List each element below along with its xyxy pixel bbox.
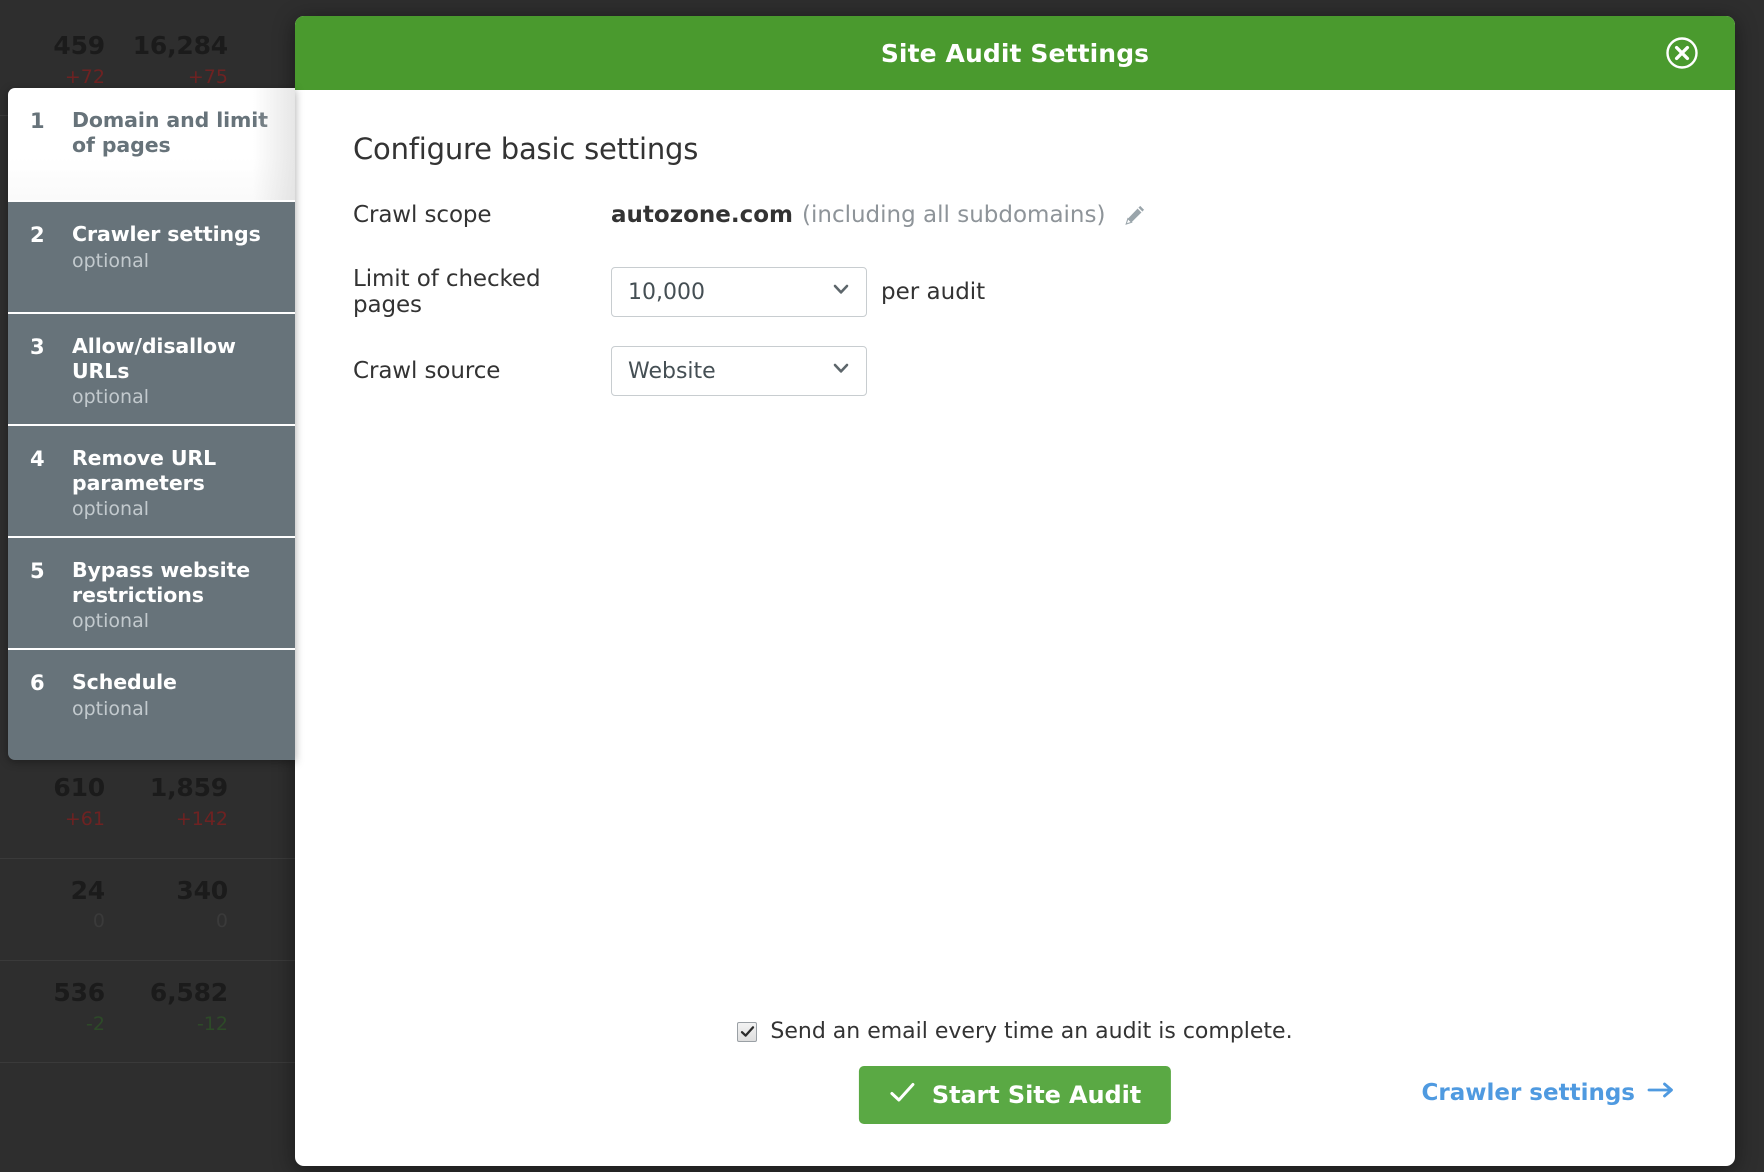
crawl-scope-row: Crawl scope autozone.com (including all … [353,192,1735,238]
settings-step-sidebar: 1 Domain and limit of pages 2 Crawler se… [8,88,295,760]
close-icon[interactable] [1665,36,1699,70]
metric-delta: +72 [0,63,105,92]
metric-value: 340 [123,877,228,906]
step-number: 2 [30,222,72,249]
email-notification-label: Send an email every time an audit is com… [770,1019,1292,1044]
dialog-header: Site Audit Settings [295,16,1735,90]
step-number: 5 [30,558,72,585]
sidebar-item-schedule[interactable]: 6 Schedule optional [8,648,295,760]
page-limit-value: 10,000 [628,280,705,305]
footer-actions: Start Site Audit Crawler settings [295,1066,1735,1126]
table-cell: 610 +61 [0,774,123,833]
dialog-body: Configure basic settings Crawl scope aut… [295,90,1735,1166]
chevron-down-icon [830,357,852,385]
step-number: 1 [30,108,72,135]
crawl-source-label: Crawl source [353,358,611,384]
table-cell: 6,582 -12 [123,979,246,1038]
step-label: Domain and limit of pages [72,108,273,157]
step-sublabel: optional [72,608,273,636]
metric-delta: +75 [123,63,228,92]
page-limit-select[interactable]: 10,000 [611,267,867,317]
sidebar-item-domain-and-limit[interactable]: 1 Domain and limit of pages [8,88,295,200]
basic-settings-form: Configure basic settings Crawl scope aut… [295,132,1735,396]
metric-value: 16,284 [123,32,228,61]
step-number: 6 [30,670,72,697]
start-site-audit-button[interactable]: Start Site Audit [859,1066,1171,1124]
step-label: Bypass website restrictions [72,558,273,607]
sidebar-item-allow-disallow-urls[interactable]: 3 Allow/disallow URLs optional [8,312,295,424]
crawl-scope-note: (including all subdomains) [802,202,1105,228]
dialog-footer: Send an email every time an audit is com… [295,1019,1735,1126]
step-label: Schedule [72,670,273,695]
metric-delta: 0 [123,907,228,936]
metric-value: 459 [0,32,105,61]
page-root: 459 +72 16,284 +75 610 +61 1,859 +142 [0,0,1764,1172]
step-label: Remove URL parameters [72,446,273,495]
page-limit-suffix: per audit [881,279,985,305]
sidebar-item-remove-url-parameters[interactable]: 4 Remove URL parameters optional [8,424,295,536]
metric-delta: -12 [123,1010,228,1039]
crawl-source-select[interactable]: Website [611,346,867,396]
crawl-source-value: Website [628,359,716,384]
step-sublabel: optional [72,248,273,276]
email-notification-checkbox-row[interactable]: Send an email every time an audit is com… [295,1019,1735,1044]
step-number: 4 [30,446,72,473]
step-sublabel: optional [72,496,273,524]
table-cell: 1,859 +142 [123,774,246,833]
step-number: 3 [30,334,72,361]
step-sublabel: optional [72,696,273,724]
step-label: Allow/disallow URLs [72,334,273,383]
crawler-settings-link-label: Crawler settings [1421,1080,1635,1106]
page-limit-label: Limit of checked pages [353,266,611,318]
metric-value: 536 [0,979,105,1008]
table-cell: 340 0 [123,877,246,936]
dialog-title: Site Audit Settings [881,39,1149,68]
metric-value: 6,582 [123,979,228,1008]
table-cell: 24 0 [0,877,123,936]
table-cell: 459 +72 [0,32,123,91]
checkmark-icon [889,1079,916,1112]
crawl-scope-domain: autozone.com [611,202,793,228]
sidebar-item-crawler-settings[interactable]: 2 Crawler settings optional [8,200,295,312]
arrow-right-icon [1647,1080,1677,1106]
email-notification-checkbox[interactable] [737,1022,757,1042]
table-row: 610 +61 1,859 +142 [0,756,300,858]
chevron-down-icon [830,278,852,306]
site-audit-settings-dialog: Site Audit Settings Configure basic sett… [295,16,1735,1166]
table-cell: 16,284 +75 [123,32,246,91]
crawl-source-row: Crawl source Website [353,346,1735,396]
crawl-scope-value: autozone.com (including all subdomains) [611,202,1147,228]
crawler-settings-next-link[interactable]: Crawler settings [1421,1080,1677,1106]
table-cell: 536 -2 [0,979,123,1038]
metric-delta: 0 [0,907,105,936]
metric-delta: +61 [0,805,105,834]
step-sublabel: optional [72,384,273,412]
page-title: Configure basic settings [353,132,1735,166]
sidebar-item-bypass-website-restrictions[interactable]: 5 Bypass website restrictions optional [8,536,295,648]
metric-value: 610 [0,774,105,803]
start-site-audit-label: Start Site Audit [932,1081,1141,1109]
table-row: 24 0 340 0 [0,859,300,961]
background-spacer [0,0,300,14]
metric-value: 24 [0,877,105,906]
page-limit-row: Limit of checked pages 10,000 per audit [353,266,1735,318]
step-label: Crawler settings [72,222,273,247]
table-row: 536 -2 6,582 -12 [0,961,300,1063]
metric-delta: +142 [123,805,228,834]
metric-value: 1,859 [123,774,228,803]
pencil-icon[interactable] [1123,203,1147,227]
metric-delta: -2 [0,1010,105,1039]
crawl-scope-label: Crawl scope [353,202,611,228]
